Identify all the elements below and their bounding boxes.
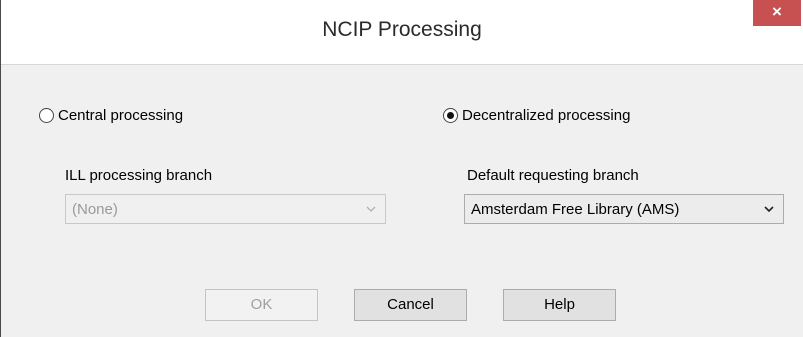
ok-button: OK (205, 289, 318, 321)
help-button[interactable]: Help (503, 289, 616, 321)
dialog-title: NCIP Processing (322, 18, 482, 41)
decentralized-processing-radio-circle[interactable] (443, 107, 458, 123)
default-requesting-branch-label: Default requesting branch (467, 167, 639, 184)
close-icon: × (772, 2, 782, 21)
default-requesting-branch-value: Amsterdam Free Library (AMS) (471, 200, 680, 218)
central-processing-label[interactable]: Central processing (58, 107, 183, 124)
close-button[interactable]: × (753, 0, 801, 26)
title-bar[interactable]: NCIP Processing × (1, 0, 803, 65)
ill-processing-branch-label: ILL processing branch (65, 167, 213, 184)
ill-processing-branch-value: (None) (72, 200, 118, 218)
central-processing-radio-circle[interactable] (39, 107, 54, 123)
ill-processing-branch-select: (None) (65, 194, 386, 224)
default-requesting-branch-select[interactable]: Amsterdam Free Library (AMS) (464, 194, 784, 224)
decentralized-processing-radio[interactable]: Decentralized processing (443, 104, 630, 126)
cancel-button[interactable]: Cancel (354, 289, 467, 321)
central-processing-radio[interactable]: Central processing (39, 104, 183, 126)
decentralized-processing-label[interactable]: Decentralized processing (462, 107, 630, 124)
chevron-down-icon (366, 206, 376, 212)
chevron-down-icon (764, 206, 774, 213)
dialog-body: Central processing Decentralized process… (1, 65, 803, 337)
ncip-processing-dialog: NCIP Processing × Central processing Dec… (0, 0, 803, 337)
